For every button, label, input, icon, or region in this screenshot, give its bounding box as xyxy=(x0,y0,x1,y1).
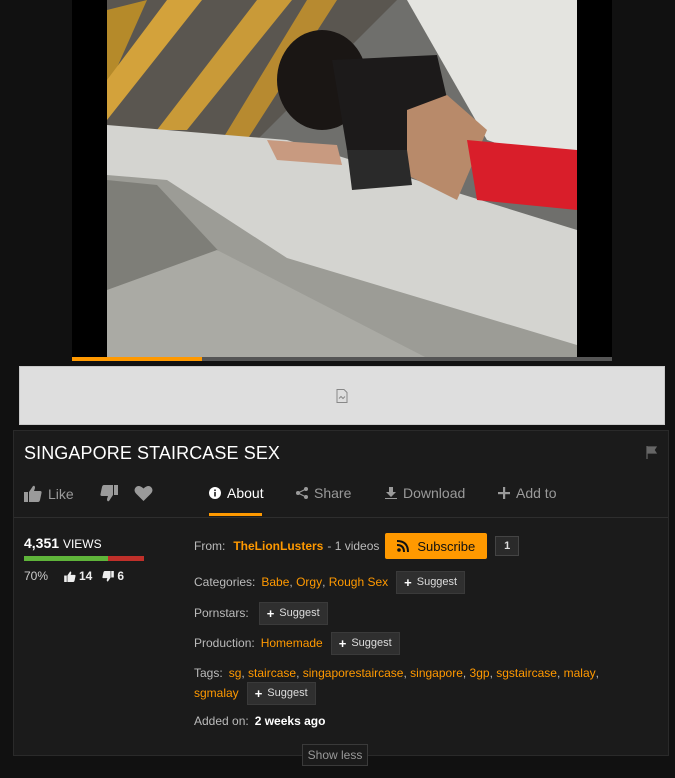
tag-link[interactable]: sgstaircase xyxy=(496,666,557,680)
added-value: 2 weeks ago xyxy=(254,714,326,728)
tab-about-label: About xyxy=(227,485,264,501)
tab-share-label: Share xyxy=(314,485,352,501)
rss-icon xyxy=(397,540,410,552)
views-label: VIEWS xyxy=(62,537,102,551)
pornstars-row: Pornstars: + Suggest xyxy=(194,601,328,625)
active-tab-indicator xyxy=(209,513,262,516)
subscribe-button[interactable]: Subscribe xyxy=(385,533,488,559)
channel-link[interactable]: TheLionLusters xyxy=(233,539,323,553)
production-row: Production: Homemade + Suggest xyxy=(194,631,400,655)
subscribe-label: Subscribe xyxy=(417,538,476,554)
tab-about[interactable]: About xyxy=(209,485,264,501)
tab-share[interactable]: Share xyxy=(296,485,351,501)
thumbs-up-value: 14 xyxy=(79,569,93,583)
heart-icon xyxy=(134,486,153,501)
production-label: Production: xyxy=(194,636,255,650)
video-progress-fill xyxy=(72,357,202,361)
category-link[interactable]: Orgy xyxy=(296,575,322,589)
added-label: Added on: xyxy=(194,714,249,728)
tag-link[interactable]: sg xyxy=(229,666,242,680)
video-title: SINGAPORE STAIRCASE SEX xyxy=(24,443,281,463)
pornstars-label: Pornstars: xyxy=(194,606,249,620)
suggest-label: Suggest xyxy=(267,687,308,699)
favorite-button[interactable] xyxy=(134,485,153,502)
subscriber-count: 1 xyxy=(495,536,520,556)
action-bar: Like About Share Download Add to xyxy=(14,475,668,518)
suggest-label: Suggest xyxy=(416,576,458,588)
thumbs-down-icon xyxy=(102,570,115,582)
show-less-button[interactable]: Show less xyxy=(302,744,368,766)
from-label: From: xyxy=(194,539,226,553)
plus-icon: + xyxy=(266,605,275,621)
video-still xyxy=(107,0,577,358)
thumbs-up-icon xyxy=(24,485,42,502)
tag-link[interactable]: sgmalay xyxy=(194,686,239,700)
suggest-tag-button[interactable]: + Suggest xyxy=(246,681,316,705)
categories-row: Categories: Babe, Orgy, Rough Sex + Sugge… xyxy=(194,570,466,594)
thumbs-down-icon xyxy=(100,485,118,502)
category-link[interactable]: Rough Sex xyxy=(329,575,388,589)
video-stats: 4,351 VIEWS 70% 14 6 xyxy=(24,535,154,583)
tags-row: Tags: sg, staircase, singaporestaircase,… xyxy=(194,666,599,680)
video-frame[interactable] xyxy=(72,0,612,358)
rating-row: 70% 14 6 xyxy=(24,569,154,583)
like-label: Like xyxy=(48,485,74,502)
tab-download-label: Download xyxy=(403,485,466,501)
tags-row-2: sgmalay + Suggest xyxy=(194,681,316,705)
download-icon xyxy=(385,487,397,499)
plus-icon: + xyxy=(404,574,412,590)
tag-link[interactable]: singapore xyxy=(410,666,463,680)
plus-icon: + xyxy=(338,635,347,651)
dislike-button[interactable] xyxy=(100,485,118,502)
views-count: 4,351 VIEWS xyxy=(24,535,154,551)
info-icon xyxy=(209,487,221,499)
thumbs-up-icon xyxy=(64,570,76,582)
thumbs-up-count: 14 xyxy=(64,569,92,583)
tag-link[interactable]: singaporestaircase xyxy=(303,666,404,680)
tab-add-to[interactable]: Add to xyxy=(498,485,556,501)
ad-placeholder xyxy=(19,366,665,425)
rating-bar xyxy=(24,556,144,561)
tag-link[interactable]: 3gp xyxy=(470,666,490,680)
added-row: Added on: 2 weeks ago xyxy=(194,713,325,729)
rating-percent: 70% xyxy=(24,569,49,583)
suggest-category-button[interactable]: + Suggest xyxy=(396,570,466,594)
views-number: 4,351 xyxy=(24,535,60,551)
broken-image-icon xyxy=(336,388,348,403)
rating-bar-good xyxy=(24,556,108,561)
tag-link[interactable]: malay xyxy=(564,666,596,680)
suggest-pornstar-button[interactable]: + Suggest xyxy=(258,601,328,625)
production-link[interactable]: Homemade xyxy=(261,636,323,650)
categories-label: Categories: xyxy=(194,575,256,589)
thumbs-down-value: 6 xyxy=(117,569,125,583)
tag-link[interactable]: staircase xyxy=(248,666,296,680)
video-info-panel: SINGAPORE STAIRCASE SEX Like About Share… xyxy=(13,430,669,756)
like-button[interactable]: Like xyxy=(24,485,74,502)
flag-icon[interactable] xyxy=(646,446,658,459)
channel-video-count: - 1 videos xyxy=(327,539,380,553)
share-icon xyxy=(296,487,308,499)
tags-label: Tags: xyxy=(194,666,223,680)
suggest-label: Suggest xyxy=(351,637,392,649)
tab-download[interactable]: Download xyxy=(385,485,465,501)
tab-add-to-label: Add to xyxy=(516,485,557,501)
thumbs-down-count: 6 xyxy=(102,569,124,583)
plus-icon xyxy=(498,487,510,499)
from-row: From: TheLionLusters - 1 videos Subscrib… xyxy=(194,533,520,559)
plus-icon: + xyxy=(254,685,263,701)
suggest-production-button[interactable]: + Suggest xyxy=(330,631,400,655)
category-link[interactable]: Babe xyxy=(261,575,289,589)
suggest-label: Suggest xyxy=(279,607,320,619)
video-progress-bar[interactable] xyxy=(72,357,612,361)
